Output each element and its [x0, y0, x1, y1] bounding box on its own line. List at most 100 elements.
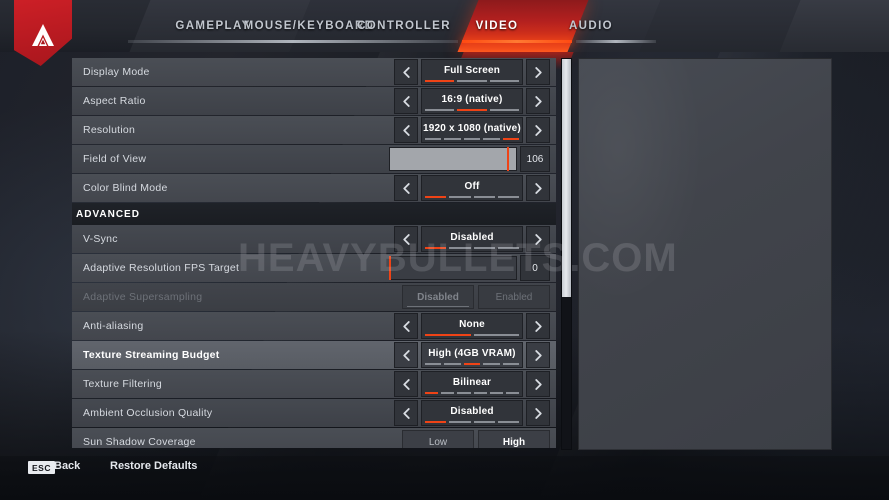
value-box-aspect-ratio[interactable]: 16:9 (native)	[421, 88, 523, 114]
esc-key-badge: ESC	[28, 461, 55, 474]
section-label: ADVANCED	[76, 208, 140, 220]
row-label-texture-filtering: Texture Filtering	[83, 378, 162, 390]
value-box-ambient-occlusion-quality[interactable]: Disabled	[421, 400, 523, 426]
tab-controller[interactable]: CONTROLLER	[357, 0, 449, 52]
settings-row-anti-aliasing[interactable]: Anti-aliasing None	[72, 312, 556, 340]
tab-underline-right	[576, 40, 656, 43]
toggle-option-adaptive-supersampling-disabled: Disabled	[402, 285, 474, 309]
value-box-texture-streaming-budget[interactable]: High (4GB VRAM)	[421, 342, 523, 368]
decrement-arrow-texture-filtering[interactable]	[394, 371, 418, 397]
row-control-adaptive-resolution-fps-target: 0	[389, 255, 550, 281]
segment-2	[444, 138, 461, 140]
settings-preview-panel	[578, 58, 832, 450]
settings-row-adaptive-supersampling[interactable]: Adaptive Supersampling Disabled Enabled	[72, 283, 556, 311]
segment-indicator-anti-aliasing	[425, 334, 519, 336]
increment-arrow-ambient-occlusion-quality[interactable]	[526, 400, 550, 426]
slider-fill-field-of-view	[390, 148, 509, 170]
segment-5	[502, 138, 520, 140]
row-control-ambient-occlusion-quality: Disabled	[394, 400, 550, 426]
segment-2	[473, 334, 519, 336]
row-control-sun-shadow-coverage: Low High	[402, 430, 550, 448]
row-control-texture-streaming-budget: High (4GB VRAM)	[394, 342, 550, 368]
restore-defaults-button[interactable]: Restore Defaults	[110, 460, 197, 472]
settings-row-field-of-view[interactable]: Field of View 106	[72, 145, 556, 173]
settings-row-v-sync[interactable]: V-Sync Disabled	[72, 225, 556, 253]
settings-row-texture-streaming-budget[interactable]: Texture Streaming Budget High (4GB VRAM)	[72, 341, 556, 369]
value-text-color-blind-mode: Off	[464, 180, 480, 192]
settings-row-texture-filtering[interactable]: Texture Filtering Bilinear	[72, 370, 556, 398]
increment-arrow-display-mode[interactable]	[526, 59, 550, 85]
slider-value-text-field-of-view: 106	[526, 153, 544, 165]
settings-tabs: GAMEPLAY MOUSE/KEYBOARD CONTROLLER VIDEO…	[0, 0, 889, 52]
decrement-arrow-texture-streaming-budget[interactable]	[394, 342, 418, 368]
tab-gameplay[interactable]: GAMEPLAY	[175, 0, 249, 52]
segment-2	[441, 392, 455, 394]
increment-arrow-aspect-ratio[interactable]	[526, 88, 550, 114]
value-text-v-sync: Disabled	[450, 231, 494, 243]
row-label-color-blind-mode: Color Blind Mode	[83, 182, 168, 194]
tab-underline-left	[128, 40, 458, 43]
slider-adaptive-resolution-fps-target[interactable]	[389, 256, 517, 280]
row-control-resolution: 1920 x 1080 (native)	[394, 117, 550, 143]
value-box-resolution[interactable]: 1920 x 1080 (native)	[421, 117, 523, 143]
toggle-option-sun-shadow-coverage-low[interactable]: Low	[402, 430, 474, 448]
increment-arrow-v-sync[interactable]	[526, 226, 550, 252]
segment-1	[425, 247, 447, 249]
decrement-arrow-aspect-ratio[interactable]	[394, 88, 418, 114]
slider-handle-field-of-view[interactable]	[507, 147, 510, 171]
value-box-color-blind-mode[interactable]: Off	[421, 175, 523, 201]
settings-scrollbar-thumb[interactable]	[562, 59, 571, 297]
video-settings-list: Display Mode Full Screen Aspect Ratio 16:9 …	[72, 58, 556, 448]
increment-arrow-anti-aliasing[interactable]	[526, 313, 550, 339]
value-box-texture-filtering[interactable]: Bilinear	[421, 371, 523, 397]
value-text-anti-aliasing: None	[459, 318, 485, 330]
row-control-anti-aliasing: None	[394, 313, 550, 339]
settings-row-resolution[interactable]: Resolution 1920 x 1080 (native)	[72, 116, 556, 144]
segment-indicator-v-sync	[425, 247, 519, 249]
toggle-label-high: High	[502, 436, 526, 448]
value-box-display-mode[interactable]: Full Screen	[421, 59, 523, 85]
settings-row-adaptive-resolution-fps-target[interactable]: Adaptive Resolution FPS Target 0	[72, 254, 556, 282]
segment-1	[425, 196, 447, 198]
toggle-label-low: Low	[428, 436, 448, 448]
toggle-option-adaptive-supersampling-enabled: Enabled	[478, 285, 550, 309]
settings-scrollbar-track[interactable]	[561, 58, 572, 450]
back-label[interactable]: Back	[54, 460, 80, 472]
segment-3	[463, 138, 481, 140]
tab-mouse-keyboard[interactable]: MOUSE/KEYBOARD	[244, 0, 373, 52]
settings-row-aspect-ratio[interactable]: Aspect Ratio 16:9 (native)	[72, 87, 556, 115]
segment-3	[489, 80, 519, 82]
increment-arrow-resolution[interactable]	[526, 117, 550, 143]
decrement-arrow-anti-aliasing[interactable]	[394, 313, 418, 339]
row-label-display-mode: Display Mode	[83, 66, 150, 78]
tab-video[interactable]: VIDEO	[470, 0, 524, 52]
row-control-texture-filtering: Bilinear	[394, 371, 550, 397]
value-box-anti-aliasing[interactable]: None	[421, 313, 523, 339]
segment-3	[473, 421, 495, 423]
increment-arrow-texture-filtering[interactable]	[526, 371, 550, 397]
settings-row-display-mode[interactable]: Display Mode Full Screen	[72, 58, 556, 86]
segment-indicator-color-blind-mode	[425, 196, 519, 198]
settings-row-sun-shadow-coverage[interactable]: Sun Shadow Coverage Low High	[72, 428, 556, 448]
value-text-resolution: 1920 x 1080 (native)	[423, 122, 521, 134]
decrement-arrow-display-mode[interactable]	[394, 59, 418, 85]
segment-6	[505, 392, 520, 394]
increment-arrow-color-blind-mode[interactable]	[526, 175, 550, 201]
toggle-option-sun-shadow-coverage-high[interactable]: High	[478, 430, 550, 448]
segment-2	[457, 80, 487, 82]
decrement-arrow-ambient-occlusion-quality[interactable]	[394, 400, 418, 426]
toggle-label-enabled: Enabled	[495, 291, 533, 303]
slider-field-of-view[interactable]	[389, 147, 517, 171]
tab-audio[interactable]: AUDIO	[562, 0, 620, 52]
value-box-v-sync[interactable]: Disabled	[421, 226, 523, 252]
decrement-arrow-color-blind-mode[interactable]	[394, 175, 418, 201]
slider-handle-adaptive-resolution-fps-target[interactable]	[389, 256, 391, 280]
settings-row-ambient-occlusion-quality[interactable]: Ambient Occlusion Quality Disabled	[72, 399, 556, 427]
decrement-arrow-v-sync[interactable]	[394, 226, 418, 252]
segment-indicator-display-mode	[425, 80, 519, 82]
segment-1	[425, 109, 455, 111]
toggle-label-disabled: Disabled	[417, 291, 459, 303]
decrement-arrow-resolution[interactable]	[394, 117, 418, 143]
settings-row-color-blind-mode[interactable]: Color Blind Mode Off	[72, 174, 556, 202]
increment-arrow-texture-streaming-budget[interactable]	[526, 342, 550, 368]
